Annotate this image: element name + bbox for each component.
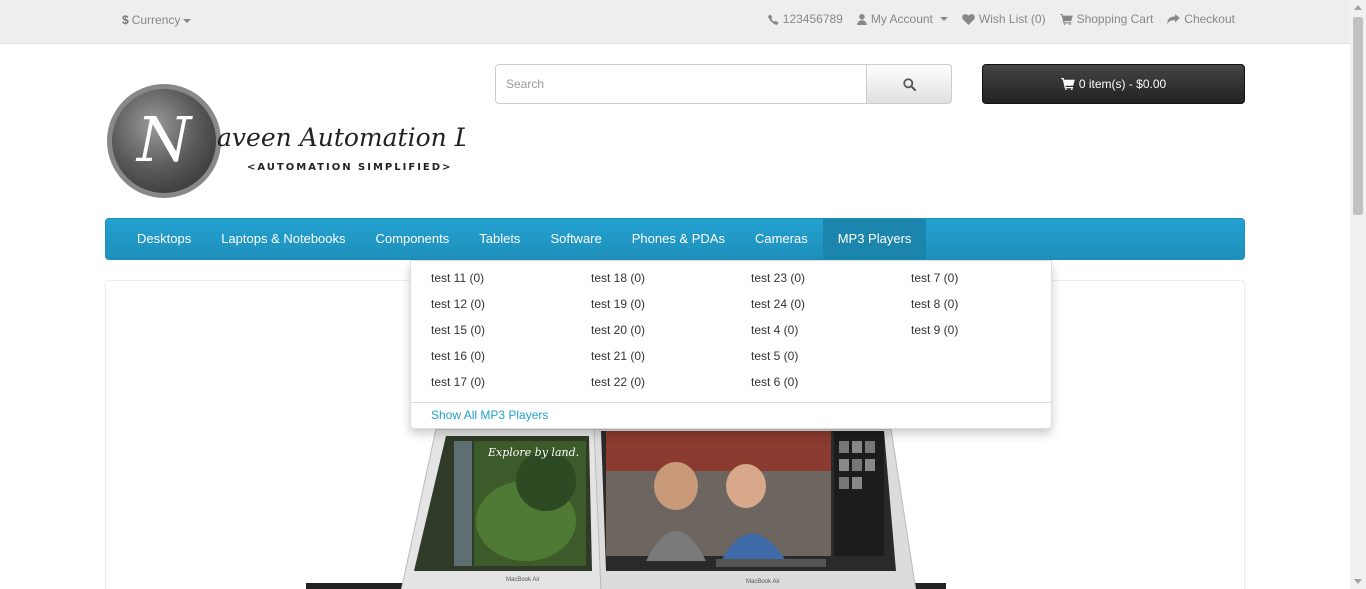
cart-icon — [1060, 78, 1075, 90]
menu-item-laptops-notebooks[interactable]: Laptops & Notebooks — [206, 219, 360, 259]
mp3-players-dropdown: test 11 (0) test 12 (0) test 15 (0) test… — [410, 260, 1052, 429]
phone-icon — [767, 14, 779, 25]
search-icon — [902, 77, 916, 91]
dropdown-item[interactable]: test 11 (0) — [431, 266, 591, 292]
shopping-cart-link[interactable]: Shopping Cart — [1059, 12, 1154, 26]
cart-total: 0 item(s) - $0.00 — [1078, 77, 1167, 91]
currency-dropdown[interactable]: $ Currency — [122, 13, 192, 27]
menu-item-tablets[interactable]: Tablets — [464, 219, 535, 259]
my-account-label: My Account — [870, 12, 933, 26]
dropdown-item[interactable]: test 19 (0) — [591, 292, 751, 318]
dropdown-item[interactable]: test 7 (0) — [911, 266, 1071, 292]
slide-brand-right: MacBook Air — [746, 579, 780, 585]
menu-item-phones-pdas[interactable]: Phones & PDAs — [617, 219, 740, 259]
wish-list-label: Wish List (0) — [978, 12, 1046, 26]
logo-name: aveen Automation Labs — [217, 123, 465, 152]
caret-down-icon — [939, 17, 948, 21]
dropdown-item[interactable]: test 20 (0) — [591, 318, 751, 344]
dropdown-item[interactable]: test 12 (0) — [431, 292, 591, 318]
user-icon — [857, 13, 867, 25]
scroll-down-arrow-icon[interactable] — [1354, 579, 1362, 584]
currency-symbol: $ — [122, 13, 129, 27]
dropdown-item[interactable]: test 8 (0) — [911, 292, 1071, 318]
dropdown-column: test 18 (0) test 19 (0) test 20 (0) test… — [591, 266, 751, 396]
slide-brand-left: MacBook Air — [506, 577, 540, 583]
dropdown-item[interactable]: test 9 (0) — [911, 318, 1071, 344]
laptop-right: MacBook Air — [593, 428, 917, 589]
logo-image: N aveen Automation Labs <AUTOMATION SIMP… — [107, 84, 515, 198]
dropdown-columns: test 11 (0) test 12 (0) test 15 (0) test… — [411, 261, 1051, 396]
dropdown-item[interactable]: test 18 (0) — [591, 266, 751, 292]
menu-item-cameras[interactable]: Cameras — [740, 219, 823, 259]
share-icon — [1167, 13, 1181, 24]
top-bar: $ Currency 123456789 My Account Wish List… — [0, 0, 1350, 44]
menu-item-software[interactable]: Software — [535, 219, 616, 259]
currency-label: Currency — [131, 13, 181, 27]
site-logo[interactable]: N aveen Automation Labs <AUTOMATION SIMP… — [105, 83, 515, 200]
page-scrollbar[interactable] — [1350, 0, 1366, 589]
main-menu: Desktops Laptops & Notebooks Components … — [105, 218, 1245, 260]
dropdown-item[interactable]: test 23 (0) — [751, 266, 911, 292]
slide-screen-text: Explore by land. — [487, 446, 579, 459]
dropdown-column: test 11 (0) test 12 (0) test 15 (0) test… — [431, 266, 591, 396]
dropdown-item[interactable]: test 17 (0) — [431, 370, 591, 396]
dropdown-item[interactable]: test 15 (0) — [431, 318, 591, 344]
search-bar — [495, 64, 952, 104]
dropdown-item[interactable]: test 16 (0) — [431, 344, 591, 370]
menu-item-mp3-players[interactable]: MP3 Players — [822, 219, 927, 259]
scrollbar-thumb[interactable] — [1353, 17, 1363, 215]
my-account-dropdown[interactable]: My Account — [857, 12, 948, 26]
laptop-left: Explore by land. MacBook Air — [400, 428, 602, 589]
dropdown-column: test 23 (0) test 24 (0) test 4 (0) test … — [751, 266, 911, 396]
dropdown-item[interactable]: test 6 (0) — [751, 370, 911, 396]
dropdown-item[interactable]: test 21 (0) — [591, 344, 751, 370]
checkout-link[interactable]: Checkout — [1167, 12, 1235, 26]
phone-link[interactable]: 123456789 — [767, 12, 843, 26]
menu-item-desktops[interactable]: Desktops — [122, 219, 206, 259]
scroll-up-arrow-icon[interactable] — [1354, 5, 1362, 10]
top-links: 123456789 My Account Wish List (0) Shopp… — [767, 12, 1235, 26]
show-all-mp3-players-link[interactable]: Show All MP3 Players — [431, 408, 548, 422]
cart-button[interactable]: 0 item(s) - $0.00 — [982, 64, 1245, 104]
search-button[interactable] — [867, 64, 952, 104]
logo-tagline: <AUTOMATION SIMPLIFIED> — [247, 162, 452, 173]
shopping-cart-label: Shopping Cart — [1076, 12, 1154, 26]
logo-initial: N — [135, 103, 194, 176]
dropdown-item[interactable]: test 24 (0) — [751, 292, 911, 318]
phone-number: 123456789 — [782, 12, 843, 26]
wish-list-link[interactable]: Wish List (0) — [962, 12, 1046, 26]
dropdown-item[interactable]: test 22 (0) — [591, 370, 751, 396]
dropdown-column: test 7 (0) test 8 (0) test 9 (0) — [911, 266, 1071, 396]
dropdown-divider — [411, 402, 1051, 403]
dropdown-item[interactable]: test 4 (0) — [751, 318, 911, 344]
cart-icon — [1059, 13, 1073, 25]
dropdown-item[interactable]: test 5 (0) — [751, 344, 911, 370]
search-input[interactable] — [495, 64, 867, 104]
checkout-label: Checkout — [1184, 12, 1235, 26]
menu-item-components[interactable]: Components — [361, 219, 465, 259]
caret-down-icon — [183, 18, 192, 23]
heart-icon — [962, 13, 975, 25]
